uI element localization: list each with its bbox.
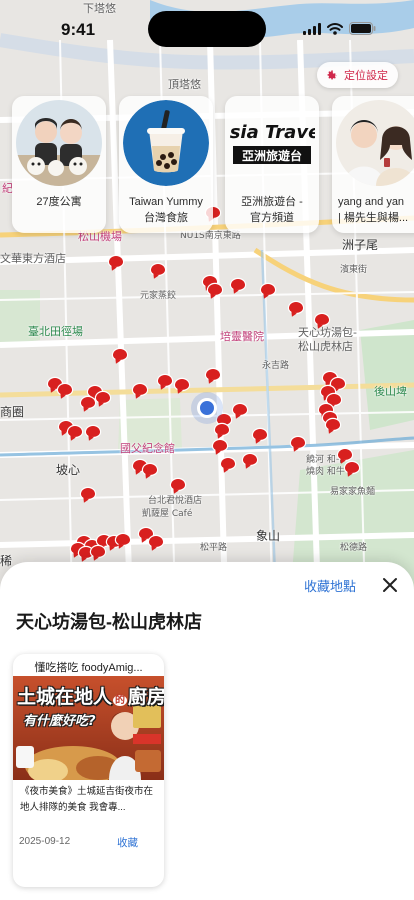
map-label: 台北君悅酒店 xyxy=(148,496,203,506)
restaurant-marker-icon[interactable] xyxy=(149,536,163,548)
map-label: 永吉路 xyxy=(262,361,290,371)
location-setting-button[interactable]: 定位設定 xyxy=(317,62,398,88)
place-bottom-sheet: 收藏地點 天心坊湯包-松山虎林店 懂吃搭吃 foodyAmig... 土城在地人… xyxy=(0,562,414,900)
restaurant-marker-icon[interactable] xyxy=(175,379,189,391)
creator-card-taiwan-yummy[interactable]: Taiwan Yummy 台灣食旅 xyxy=(119,96,213,233)
location-setting-label: 定位設定 xyxy=(344,70,388,82)
video-date: 2025-09-12 xyxy=(19,836,71,847)
restaurant-marker-icon[interactable] xyxy=(133,384,147,396)
save-location-button[interactable]: 收藏地點 xyxy=(304,576,356,595)
restaurant-marker-icon[interactable] xyxy=(221,458,235,470)
creator-name: yang and yan | 楊先生與楊... xyxy=(338,196,409,224)
restaurant-marker-icon[interactable] xyxy=(289,302,303,314)
restaurant-marker-icon[interactable] xyxy=(81,488,95,500)
restaurant-marker-icon[interactable] xyxy=(326,419,340,431)
user-location-dot xyxy=(197,398,217,418)
gear-icon xyxy=(327,69,337,79)
dynamic-island xyxy=(148,11,266,47)
creator-avatar-yang-and-yang xyxy=(336,100,414,186)
map-label: 洲子尾 xyxy=(342,238,379,252)
video-card[interactable]: 懂吃搭吃 foodyAmig... 土城在地人 的 廚房 有什麼好吃? 《夜市美… xyxy=(13,654,164,887)
creator-avatar-taiwan-yummy xyxy=(123,100,209,186)
creator-name: Taiwan Yummy 台灣食旅 xyxy=(129,196,203,224)
video-save-button[interactable]: 收藏 xyxy=(117,835,138,850)
restaurant-marker-icon[interactable] xyxy=(91,546,105,558)
map-label: 培靈醫院 xyxy=(220,330,264,343)
creator-avatar-27du xyxy=(16,100,102,186)
map-label: 坡心 xyxy=(56,463,81,477)
cellular-signal-icon xyxy=(303,22,321,35)
creator-card-yang-and-yang[interactable]: yang and yan | 楊先生與楊... xyxy=(332,96,414,233)
map-label: 松山虎林店 xyxy=(298,340,353,353)
restaurant-marker-icon[interactable] xyxy=(338,449,352,461)
asia-travel-logo-zh: 亞洲旅遊台 xyxy=(242,148,302,163)
creator-avatar-asia-travel: asia Travel 亞洲旅遊台 xyxy=(229,100,315,186)
restaurant-marker-icon[interactable] xyxy=(113,349,127,361)
asia-travel-logo-icon: asia Travel 亞洲旅遊台 xyxy=(229,122,315,164)
video-thumbnail[interactable]: 土城在地人的廚房 有什麼好吃? xyxy=(13,676,164,780)
close-icon[interactable] xyxy=(380,575,400,595)
creator-carousel[interactable]: 27度公寓 Taiwan Yummy 台灣食旅 asia Travel 亞洲旅遊… xyxy=(12,96,414,234)
restaurant-marker-icon[interactable] xyxy=(231,279,245,291)
map-label: 松平路 xyxy=(200,543,228,553)
status-icons xyxy=(303,22,376,35)
map-label: 濱東街 xyxy=(340,265,368,275)
map-label: 臺北田徑場 xyxy=(28,325,83,338)
restaurant-marker-icon[interactable] xyxy=(151,264,165,276)
thumbnail-title-part2: 廚房 xyxy=(128,686,164,708)
restaurant-marker-icon[interactable] xyxy=(208,284,222,296)
thumbnail-subtitle: 有什麼好吃? xyxy=(23,714,96,729)
map-label: 國父紀念館 xyxy=(120,442,175,455)
restaurant-marker-icon[interactable] xyxy=(158,375,172,387)
restaurant-marker-icon[interactable] xyxy=(68,426,82,438)
wifi-icon xyxy=(327,22,343,35)
creator-card-asia-travel[interactable]: asia Travel 亞洲旅遊台 亞洲旅遊台 - 官方頻道 xyxy=(225,96,319,233)
thumbnail-title-part1: 土城在地人 xyxy=(17,686,113,708)
map-label: 凱薩屋 Café xyxy=(142,509,193,519)
map-label: 文華東方酒店 xyxy=(0,252,66,265)
map-label: 稀 xyxy=(0,554,13,568)
map-label: 頂塔悠 xyxy=(168,78,201,91)
battery-icon xyxy=(349,22,376,35)
restaurant-marker-icon[interactable] xyxy=(86,426,100,438)
restaurant-marker-icon[interactable] xyxy=(206,369,220,381)
map-label: 燒肉 和牛 xyxy=(306,467,345,477)
creator-card-27du[interactable]: 27度公寓 xyxy=(12,96,106,233)
restaurant-marker-icon[interactable] xyxy=(345,462,359,474)
restaurant-marker-icon[interactable] xyxy=(253,429,267,441)
status-time: 9:41 xyxy=(61,20,96,39)
map-base xyxy=(0,0,414,600)
map-label: 易家家魚麵 xyxy=(330,487,376,497)
restaurant-marker-icon[interactable] xyxy=(143,464,157,476)
map-label: 元家蒸餃 xyxy=(140,291,177,301)
video-caption: 《夜市美食》土城延吉街夜市在地人排隊的美食 我會專... xyxy=(20,786,154,813)
restaurant-marker-icon[interactable] xyxy=(109,256,123,268)
restaurant-marker-icon[interactable] xyxy=(215,424,229,436)
restaurant-marker-icon[interactable] xyxy=(243,454,257,466)
thumbnail-title-de: 的 xyxy=(113,695,128,706)
map-label: 後山埤 xyxy=(374,385,407,398)
restaurant-marker-icon[interactable] xyxy=(233,404,247,416)
thumbnail-title: 土城在地人的廚房 xyxy=(17,682,164,709)
map-label: 松德路 xyxy=(340,543,368,553)
map-label: 商圈 xyxy=(0,405,25,419)
restaurant-marker-icon[interactable] xyxy=(58,384,72,396)
creator-name: 亞洲旅遊台 - 官方頻道 xyxy=(241,196,303,224)
map-view[interactable]: 下塔悠 頂塔悠 紀 松山機場 NU1S南京東路 洲子尾 文華東方酒店 濱東街 元… xyxy=(0,0,414,600)
restaurant-marker-icon[interactable] xyxy=(81,397,95,409)
restaurant-marker-icon[interactable] xyxy=(291,437,305,449)
place-title: 天心坊湯包-松山虎林店 xyxy=(16,612,202,632)
restaurant-marker-icon[interactable] xyxy=(261,284,275,296)
status-bar: 9:41 xyxy=(0,0,414,56)
map-label: 象山 xyxy=(256,529,281,543)
asia-travel-logo-en: asia Travel xyxy=(229,122,315,143)
creator-name: 27度公寓 xyxy=(36,196,82,208)
restaurant-marker-icon[interactable] xyxy=(213,440,227,452)
video-channel-name: 懂吃搭吃 foodyAmig... xyxy=(34,662,143,674)
restaurant-marker-icon[interactable] xyxy=(96,392,110,404)
restaurant-marker-icon[interactable] xyxy=(315,314,329,326)
restaurant-marker-icon[interactable] xyxy=(171,479,185,491)
restaurant-marker-icon[interactable] xyxy=(116,534,130,546)
